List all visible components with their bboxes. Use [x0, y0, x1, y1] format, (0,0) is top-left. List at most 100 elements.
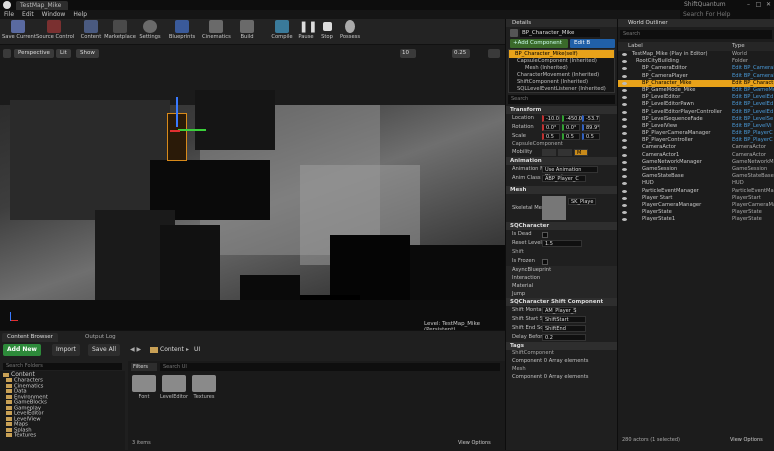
component-array-row[interactable]: Component 0 Array elements — [506, 357, 617, 366]
menu-edit[interactable]: Edit — [22, 10, 34, 19]
component-item[interactable]: Mesh (Inherited) — [509, 65, 614, 72]
visibility-eye-icon[interactable] — [622, 103, 627, 107]
pause-button[interactable]: ❚❚ Pause — [296, 20, 317, 44]
outliner-row[interactable]: PlayerState1 PlayerState — [618, 216, 774, 223]
rotation-x[interactable]: 0.0° — [542, 124, 560, 131]
visibility-eye-icon[interactable] — [622, 81, 627, 85]
outliner-row[interactable]: BP_LevelEditorPawn Edit BP_LevelEd — [618, 101, 774, 108]
reset-level-input[interactable]: 1.5 — [542, 240, 582, 247]
maximize-viewport-icon[interactable] — [488, 49, 500, 58]
category-async[interactable]: AsyncBlueprint — [506, 266, 617, 274]
filters-button[interactable]: Filters — [131, 363, 157, 371]
visibility-eye-icon[interactable] — [622, 168, 627, 171]
rotation-y[interactable]: 0.0° — [562, 124, 580, 131]
visibility-eye-icon[interactable] — [622, 146, 627, 150]
component-item[interactable]: ShiftComponent (Inherited) — [509, 79, 614, 86]
path-ui[interactable]: UI — [194, 346, 200, 353]
outliner-search-input[interactable]: Search — [620, 30, 772, 39]
viewport-options-icon[interactable] — [3, 49, 11, 58]
outliner-row[interactable]: BP_PlayerCameraManager Edit BP_PlayerC — [618, 130, 774, 137]
history-nav-icon[interactable]: ◀ ▶ — [130, 346, 141, 353]
shift-start-input[interactable]: ShiftStart — [542, 316, 586, 323]
search-folders-input[interactable]: Search Folders — [3, 363, 122, 370]
add-new-button[interactable]: Add New — [3, 344, 41, 356]
build-button[interactable]: Build — [236, 20, 258, 44]
settings-button[interactable]: Settings — [138, 20, 162, 44]
outliner-row-type[interactable]: Edit BP_GameMo — [732, 87, 774, 94]
visibility-eye-icon[interactable] — [622, 203, 627, 207]
mobility-stationary[interactable] — [558, 149, 572, 156]
visibility-eye-icon[interactable] — [622, 139, 627, 143]
shift-end-input[interactable]: ShiftEnd — [542, 325, 586, 332]
show-button[interactable]: Show — [76, 49, 99, 58]
outliner-row[interactable]: BP_GameMode_Mike Edit BP_GameMo — [618, 87, 774, 94]
category-material[interactable]: Material — [506, 282, 617, 290]
asset-folder-font[interactable] — [132, 375, 156, 392]
outliner-row[interactable]: BP_LevelSequenceFade Edit BP_LevelSe — [618, 116, 774, 123]
lit-button[interactable]: Lit — [56, 49, 71, 58]
level-viewport[interactable]: Perspective Lit Show 10 0.25 Level: Test… — [0, 45, 505, 330]
grid-snap-value[interactable]: 10 — [400, 49, 416, 58]
outliner-row[interactable]: RootCityBuilding Folder — [618, 58, 774, 65]
outliner-row[interactable]: BP_LevelEditor Edit BP_LevelEd — [618, 94, 774, 101]
component-item[interactable]: CapsuleComponent (Inherited) — [509, 58, 614, 65]
component-self[interactable]: BP_Character_Mike(self) — [509, 50, 614, 58]
outliner-row-type[interactable]: Edit BP_CameraP — [732, 73, 774, 80]
scale-z[interactable]: 0.5 — [582, 133, 600, 140]
marketplace-button[interactable]: Marketplace — [104, 20, 136, 44]
outliner-row[interactable]: PlayerCameraManager PlayerCameraMa — [618, 202, 774, 209]
path-content[interactable]: Content — [160, 346, 184, 353]
section-tags[interactable]: Tags — [506, 342, 617, 350]
section-animation[interactable]: Animation — [506, 157, 617, 165]
outliner-row[interactable]: Player Start PlayerStart — [618, 195, 774, 202]
outliner-row-type[interactable]: Edit BP_LevelSe — [732, 116, 773, 123]
visibility-eye-icon[interactable] — [622, 211, 627, 215]
visibility-eye-icon[interactable] — [622, 124, 627, 128]
location-y[interactable]: -450.0 — [562, 115, 582, 122]
visibility-eye-icon[interactable] — [622, 67, 627, 71]
visibility-eye-icon[interactable] — [622, 88, 627, 92]
mobility-movable[interactable]: M — [574, 149, 588, 156]
outliner-row[interactable]: GameNetworkManager GameNetworkMa — [618, 159, 774, 166]
visibility-eye-icon[interactable] — [622, 53, 627, 56]
visibility-eye-icon[interactable] — [622, 175, 627, 179]
outliner-row[interactable]: CameraActor1 CameraActor — [618, 152, 774, 159]
outliner-row-type[interactable]: Edit BP_LevelVi — [732, 123, 772, 130]
content-button[interactable]: Content — [78, 20, 104, 44]
section-mesh[interactable]: Mesh — [506, 186, 617, 194]
visibility-eye-icon[interactable] — [622, 196, 627, 200]
menu-window[interactable]: Window — [42, 10, 66, 19]
location-z[interactable]: -53.7 — [582, 115, 600, 122]
outliner-row[interactable]: BP_LevelEditorPlayerController Edit BP_Le… — [618, 109, 774, 116]
import-button[interactable]: Import — [52, 344, 80, 356]
outliner-row[interactable]: ParticleEventManager ParticleEventMa — [618, 188, 774, 195]
search-assets-input[interactable]: Search UI — [160, 363, 500, 371]
level-tab[interactable]: TestMap_Mike — [16, 1, 68, 10]
blueprints-button[interactable]: Blueprints — [168, 20, 196, 44]
visibility-eye-icon[interactable] — [622, 74, 627, 78]
help-search-input[interactable]: Search For Help — [680, 10, 770, 19]
visibility-eye-icon[interactable] — [622, 189, 627, 193]
outliner-row[interactable]: BP_CameraPlayer Edit BP_CameraP — [618, 73, 774, 80]
tab-world-outliner[interactable]: World Outliner — [618, 19, 774, 27]
visibility-eye-icon[interactable] — [622, 132, 627, 136]
visibility-eye-icon[interactable] — [622, 160, 627, 164]
outliner-row-type[interactable]: Edit BP_LevelEd — [732, 94, 773, 101]
rotation-z[interactable]: 89.9° — [582, 124, 600, 131]
outliner-row[interactable]: HUD HUD — [618, 180, 774, 187]
cinematics-button[interactable]: Cinematics — [202, 20, 231, 44]
section-sqshift[interactable]: SQCharacter Shift Component — [506, 298, 617, 306]
component-item[interactable]: CharacterMovement (Inherited) — [509, 72, 614, 79]
view-options-button[interactable]: View Options — [458, 440, 491, 446]
outliner-row[interactable]: BP_PlayerController Edit BP_PlayerC — [618, 137, 774, 144]
outliner-view-options-button[interactable]: View Options — [730, 437, 763, 443]
section-sqcharacter[interactable]: SQCharacter — [506, 222, 617, 230]
outliner-row[interactable]: BP_CameraEditor Edit BP_CameraE — [618, 65, 774, 72]
details-search-input[interactable]: Search — [508, 95, 615, 104]
anim-mode-select[interactable]: Use Animation Bluepri — [542, 166, 598, 180]
possess-button[interactable]: Possess — [338, 20, 362, 44]
scale-y[interactable]: 0.5 — [562, 133, 580, 140]
mobility-static[interactable] — [542, 149, 556, 156]
outliner-row[interactable]: GameSession GameSession — [618, 166, 774, 173]
stop-button[interactable]: Stop — [318, 20, 336, 44]
